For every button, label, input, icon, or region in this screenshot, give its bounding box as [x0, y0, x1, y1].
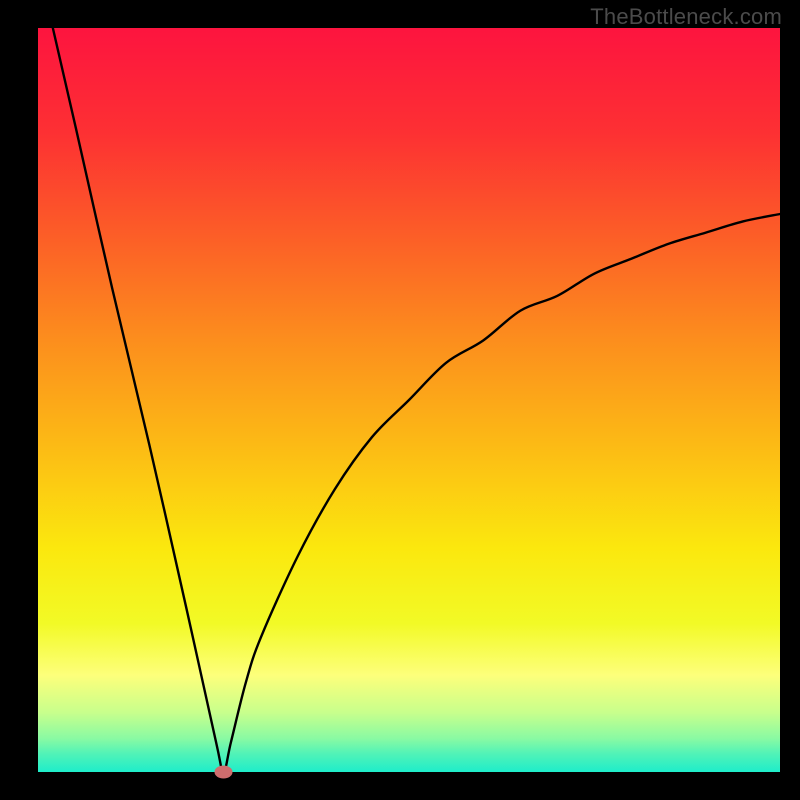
sweet-spot-marker [215, 766, 233, 779]
chart-frame: TheBottleneck.com [0, 0, 800, 800]
watermark-text: TheBottleneck.com [590, 4, 782, 30]
bottleneck-chart [0, 0, 800, 800]
